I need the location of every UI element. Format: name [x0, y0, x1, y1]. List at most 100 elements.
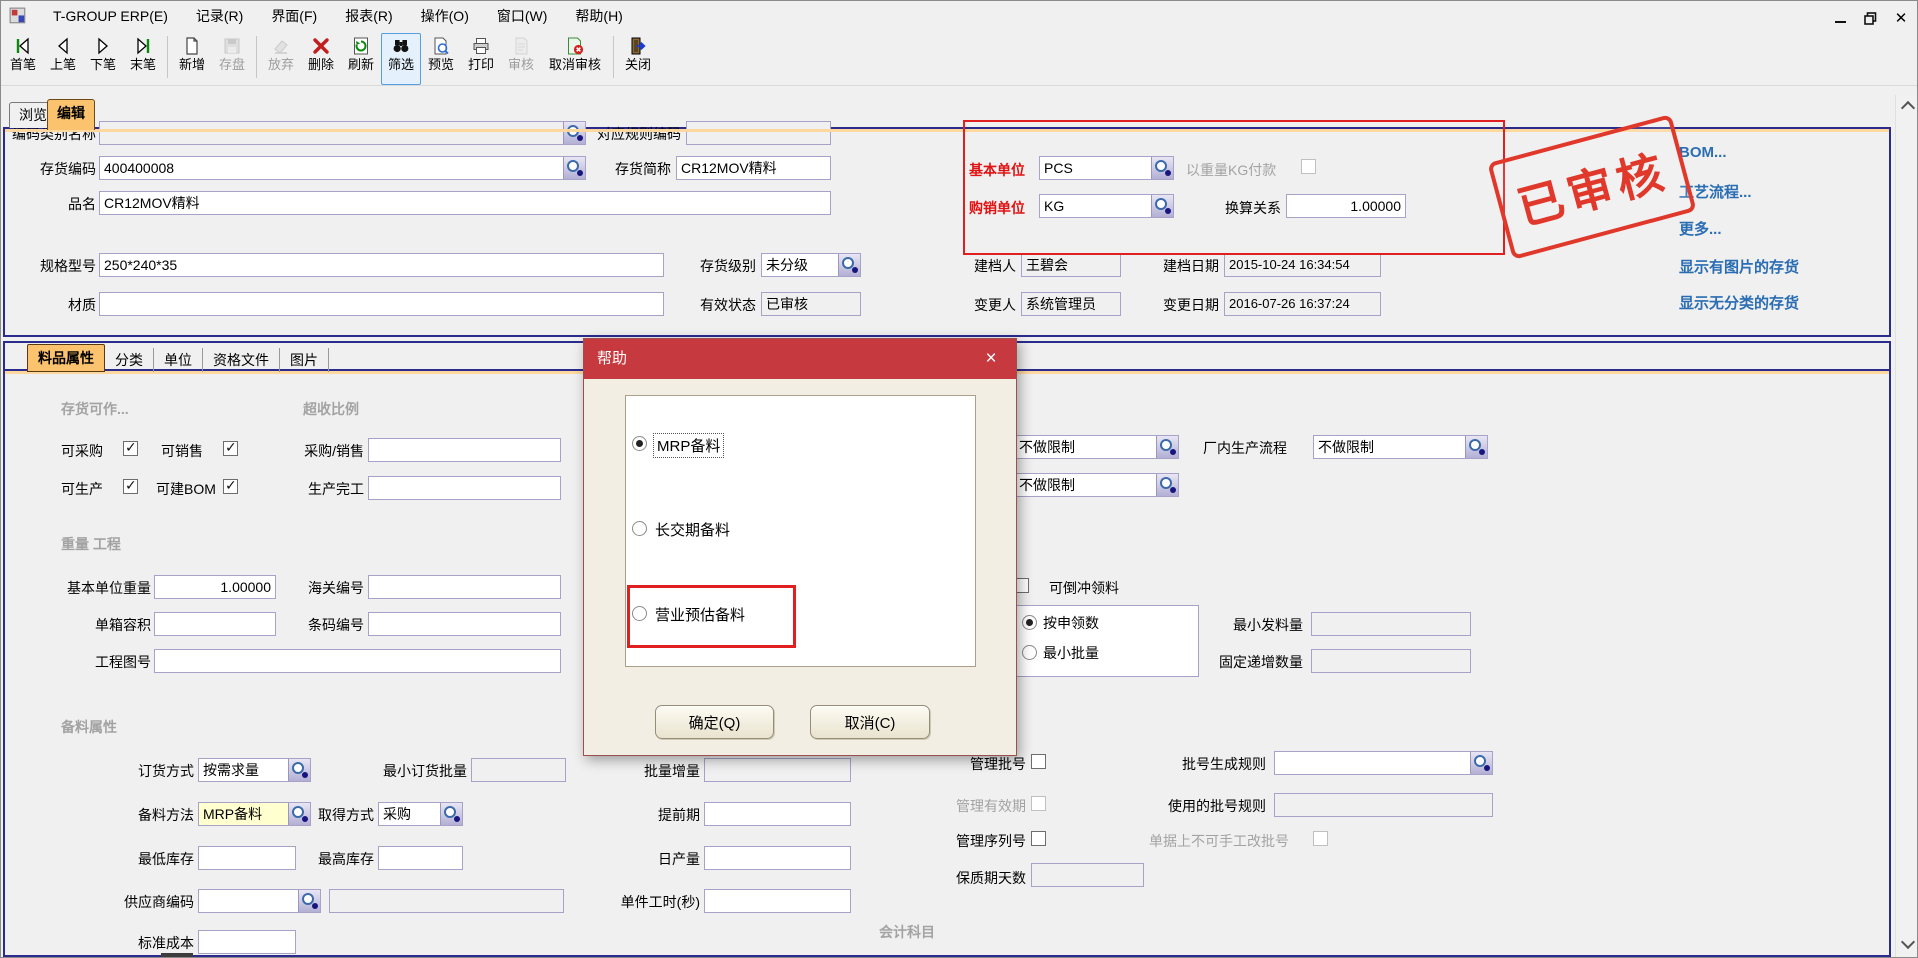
menu-item-interface[interactable]: 界面(F): [269, 4, 319, 28]
lookup-icon[interactable]: [1151, 157, 1173, 179]
menu-item-help[interactable]: 帮助(H): [573, 4, 624, 28]
drawing-field[interactable]: [154, 649, 561, 673]
subtab-image[interactable]: 图片: [280, 348, 329, 372]
toolbar-refresh-button[interactable]: 刷新: [341, 33, 381, 85]
lookup-icon[interactable]: [288, 759, 310, 781]
toolbar-close-button[interactable]: 关闭: [618, 33, 658, 85]
toolbar-discard-button[interactable]: 放弃: [261, 33, 301, 85]
menu-item-window[interactable]: 窗口(W): [495, 4, 550, 28]
link-more[interactable]: 更多...: [1679, 218, 1722, 239]
no-manual-checkbox[interactable]: [1313, 831, 1328, 846]
can-bom-checkbox[interactable]: [223, 479, 238, 494]
lookup-icon[interactable]: [1470, 752, 1492, 774]
spec-field[interactable]: 250*240*35: [99, 253, 664, 277]
lookup-icon[interactable]: [563, 157, 585, 179]
scroll-down-icon[interactable]: [1901, 935, 1915, 949]
prepare-field[interactable]: MRP备料: [198, 802, 311, 826]
barcode-field[interactable]: [368, 612, 561, 636]
toolbar-delete-button[interactable]: 删除: [301, 33, 341, 85]
min-stock-field[interactable]: [198, 846, 296, 870]
box-volume-field[interactable]: [154, 612, 276, 636]
factory-flow-field[interactable]: 不做限制: [1313, 435, 1488, 459]
producible-checkbox[interactable]: [123, 479, 138, 494]
lookup-icon[interactable]: [298, 890, 320, 912]
serial-checkbox[interactable]: [1031, 831, 1046, 846]
scroll-up-icon[interactable]: [1901, 101, 1915, 115]
unit-time-field[interactable]: [704, 889, 851, 913]
std-cost-field[interactable]: [198, 930, 296, 954]
code-category-field[interactable]: [99, 121, 586, 145]
menu-item-record[interactable]: 记录(R): [194, 4, 245, 28]
toolbar-last-button[interactable]: 末笔: [123, 33, 163, 85]
toolbar-save-button[interactable]: 存盘: [212, 33, 252, 85]
subtab-category[interactable]: 分类: [105, 348, 154, 372]
lot-checkbox[interactable]: [1031, 754, 1046, 769]
dialog-close-icon[interactable]: ×: [978, 346, 1004, 372]
min-batch-radio[interactable]: [1022, 645, 1037, 660]
supplier-field[interactable]: [198, 889, 321, 913]
item-code-field[interactable]: 400400008: [99, 156, 586, 180]
max-stock-field[interactable]: [378, 846, 463, 870]
lookup-icon[interactable]: [838, 254, 860, 276]
level-field[interactable]: 未分级: [761, 253, 861, 277]
toolbar-preview-button[interactable]: 预览: [421, 33, 461, 85]
close-window-button[interactable]: ✕: [1890, 9, 1912, 27]
mrp-option-label[interactable]: MRP备料: [654, 434, 723, 457]
lot-rule-field[interactable]: [1274, 751, 1493, 775]
toolbar-new-button[interactable]: 新增: [172, 33, 212, 85]
toolbar-next-button[interactable]: 下笔: [83, 33, 123, 85]
lookup-icon[interactable]: [288, 803, 310, 825]
sellable-checkbox[interactable]: [223, 441, 238, 456]
order-mode-field[interactable]: 按需求量: [198, 758, 311, 782]
menu-item-operation[interactable]: 操作(O): [419, 4, 471, 28]
purchasable-checkbox[interactable]: [123, 441, 138, 456]
limit2-field[interactable]: 不做限制: [1014, 473, 1179, 497]
toolbar-audit-button[interactable]: 审核: [501, 33, 541, 85]
item-name-field[interactable]: CR12MOV精料: [99, 191, 831, 215]
limit1-field[interactable]: 不做限制: [1014, 435, 1179, 459]
lookup-icon[interactable]: [1156, 474, 1178, 496]
tab-edit[interactable]: 编辑: [47, 99, 95, 130]
link-show-unclassified[interactable]: 显示无分类的存货: [1679, 292, 1799, 313]
toolbar-cancel-audit-button[interactable]: 取消审核: [541, 33, 609, 85]
minimize-button[interactable]: [1829, 9, 1851, 27]
toolbar-prev-button[interactable]: 上笔: [43, 33, 83, 85]
lookup-icon[interactable]: [1156, 436, 1178, 458]
long-lead-option-label[interactable]: 长交期备料: [655, 519, 730, 540]
subtab-qualification[interactable]: 资格文件: [203, 348, 280, 372]
link-show-with-images[interactable]: 显示有图片的存货: [1679, 256, 1799, 277]
subtab-unit[interactable]: 单位: [154, 348, 203, 372]
restore-button[interactable]: [1859, 9, 1881, 27]
base-unit-field[interactable]: PCS: [1039, 156, 1174, 180]
menu-item-report[interactable]: 报表(R): [343, 4, 394, 28]
menu-item-app[interactable]: T-GROUP ERP(E): [51, 6, 170, 26]
by-request-radio[interactable]: [1022, 615, 1037, 630]
lookup-icon[interactable]: [1151, 195, 1173, 217]
item-short-field[interactable]: CR12MOV精料: [676, 156, 831, 180]
link-bom[interactable]: BOM...: [1679, 144, 1727, 161]
prod-done-field[interactable]: [368, 476, 561, 500]
lead-field[interactable]: [704, 802, 851, 826]
dialog-cancel-button[interactable]: 取消(C): [810, 705, 930, 739]
lookup-icon[interactable]: [563, 122, 585, 144]
daily-field[interactable]: [704, 846, 851, 870]
subtab-item-attributes[interactable]: 料品属性: [27, 344, 105, 372]
expiry-checkbox[interactable]: [1031, 796, 1046, 811]
toolbar-first-button[interactable]: 首笔: [3, 33, 43, 85]
mrp-radio[interactable]: [632, 436, 647, 451]
toolbar-filter-button[interactable]: 筛选: [381, 33, 421, 85]
conversion-field[interactable]: 1.00000: [1286, 194, 1406, 218]
base-weight-field[interactable]: 1.00000: [154, 575, 276, 599]
lookup-icon[interactable]: [440, 803, 462, 825]
long-lead-radio[interactable]: [632, 521, 647, 536]
trade-unit-field[interactable]: KG: [1039, 194, 1174, 218]
buy-sell-field[interactable]: [368, 438, 561, 462]
material-field[interactable]: [99, 292, 664, 316]
toolbar-print-button[interactable]: 打印: [461, 33, 501, 85]
lookup-icon[interactable]: [1465, 436, 1487, 458]
dialog-ok-button[interactable]: 确定(Q): [655, 705, 774, 739]
acquire-field[interactable]: 采购: [378, 802, 463, 826]
customs-field[interactable]: [368, 575, 561, 599]
order-mode-label: 订货方式: [132, 762, 194, 780]
vertical-scrollbar[interactable]: [1895, 95, 1918, 957]
